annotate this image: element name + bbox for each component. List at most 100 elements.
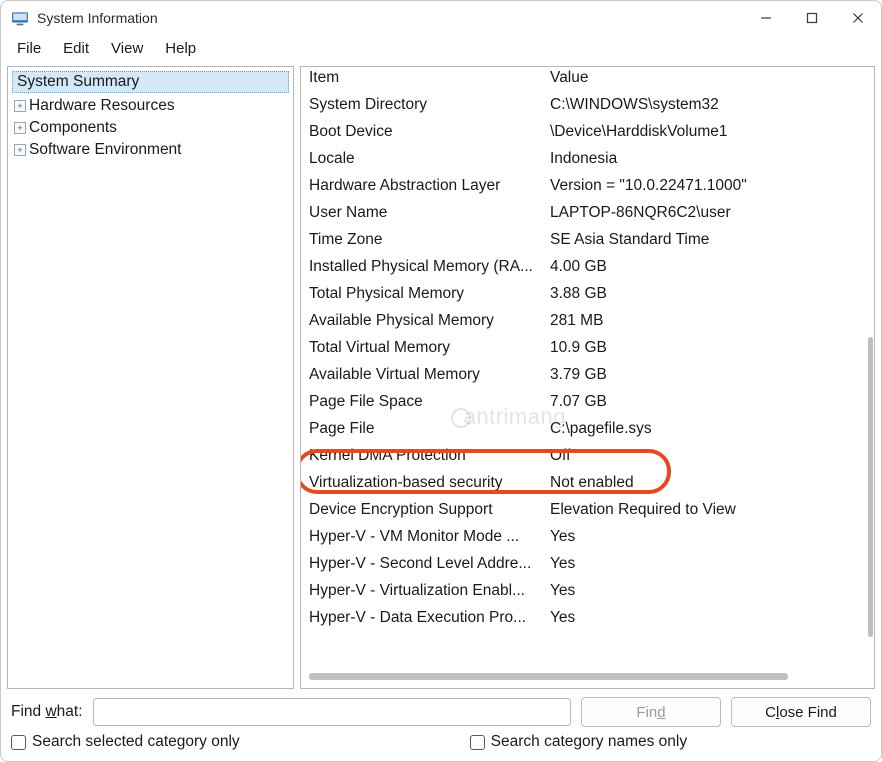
tree-node-label: Hardware Resources: [29, 97, 175, 115]
vertical-scrollbar[interactable]: [868, 337, 873, 637]
cell-item: Hyper-V - Second Level Addre...: [301, 550, 546, 577]
expand-icon[interactable]: +: [14, 100, 26, 112]
cell-item: Total Virtual Memory: [301, 334, 546, 361]
column-value[interactable]: Value: [546, 69, 874, 87]
cell-item: User Name: [301, 199, 546, 226]
cell-value: Version = "10.0.22471.1000": [546, 172, 874, 199]
title-bar: System Information: [1, 1, 881, 35]
table-row[interactable]: Page File Space7.07 GB: [301, 388, 874, 415]
cell-value: Yes: [546, 577, 874, 604]
checkbox-icon: [470, 735, 485, 750]
cell-value: 3.79 GB: [546, 361, 874, 388]
menu-bar: File Edit View Help: [1, 35, 881, 66]
table-row[interactable]: Installed Physical Memory (RA...4.00 GB: [301, 253, 874, 280]
find-options: Search selected category only Search cat…: [1, 731, 881, 761]
checkbox-icon: [11, 735, 26, 750]
minimize-button[interactable]: [743, 1, 789, 35]
table-row[interactable]: System DirectoryC:\WINDOWS\system32: [301, 91, 874, 118]
cell-value: Off: [546, 442, 874, 469]
table-row[interactable]: Boot Device\Device\HarddiskVolume1: [301, 118, 874, 145]
tree-node[interactable]: +Software Environment: [12, 139, 291, 161]
cell-item: Locale: [301, 145, 546, 172]
cell-item: Page File Space: [301, 388, 546, 415]
expand-icon[interactable]: +: [14, 144, 26, 156]
table-row[interactable]: Device Encryption SupportElevation Requi…: [301, 496, 874, 523]
menu-help[interactable]: Help: [155, 37, 206, 60]
list: Item Value System DirectoryC:\WINDOWS\sy…: [301, 67, 874, 668]
find-input[interactable]: [93, 698, 571, 726]
cell-item: Installed Physical Memory (RA...: [301, 253, 546, 280]
tree-node-label: Components: [29, 119, 117, 137]
cell-value: Yes: [546, 604, 874, 631]
cell-value: Not enabled: [546, 469, 874, 496]
table-row[interactable]: Hyper-V - Second Level Addre...Yes: [301, 550, 874, 577]
search-category-names-checkbox[interactable]: Search category names only: [470, 733, 687, 751]
tree-root-label: System Summary: [17, 73, 139, 90]
table-row[interactable]: Page FileC:\pagefile.sys: [301, 415, 874, 442]
cell-item: Available Physical Memory: [301, 307, 546, 334]
cell-value: C:\WINDOWS\system32: [546, 91, 874, 118]
close-find-button[interactable]: Close Find: [731, 697, 871, 727]
menu-file[interactable]: File: [7, 37, 51, 60]
cell-value: 281 MB: [546, 307, 874, 334]
cell-value: \Device\HarddiskVolume1: [546, 118, 874, 145]
expand-icon[interactable]: +: [14, 122, 26, 134]
cell-item: Page File: [301, 415, 546, 442]
cell-item: Boot Device: [301, 118, 546, 145]
cell-item: Hyper-V - VM Monitor Mode ...: [301, 523, 546, 550]
rows-container: System DirectoryC:\WINDOWS\system32Boot …: [301, 91, 874, 631]
table-row[interactable]: Total Virtual Memory10.9 GB: [301, 334, 874, 361]
cell-value: 3.88 GB: [546, 280, 874, 307]
work-area: System Summary +Hardware Resources+Compo…: [1, 66, 881, 689]
table-row[interactable]: Hyper-V - Data Execution Pro...Yes: [301, 604, 874, 631]
cell-value: SE Asia Standard Time: [546, 226, 874, 253]
cell-item: Hyper-V - Data Execution Pro...: [301, 604, 546, 631]
table-row[interactable]: LocaleIndonesia: [301, 145, 874, 172]
column-headers: Item Value: [301, 67, 874, 91]
cell-value: 10.9 GB: [546, 334, 874, 361]
column-item[interactable]: Item: [301, 69, 546, 87]
cell-value: 7.07 GB: [546, 388, 874, 415]
cell-value: Yes: [546, 523, 874, 550]
close-button[interactable]: [835, 1, 881, 35]
tree-root[interactable]: System Summary: [12, 71, 289, 93]
window-title: System Information: [37, 10, 158, 26]
find-button[interactable]: Find: [581, 697, 721, 727]
table-row[interactable]: Hardware Abstraction LayerVersion = "10.…: [301, 172, 874, 199]
table-row[interactable]: Kernel DMA ProtectionOff: [301, 442, 874, 469]
table-row[interactable]: Virtualization-based securityNot enabled: [301, 469, 874, 496]
cell-value: Elevation Required to View: [546, 496, 874, 523]
cell-value: C:\pagefile.sys: [546, 415, 874, 442]
cell-value: 4.00 GB: [546, 253, 874, 280]
table-row[interactable]: Hyper-V - VM Monitor Mode ...Yes: [301, 523, 874, 550]
table-row[interactable]: User NameLAPTOP-86NQR6C2\user: [301, 199, 874, 226]
cell-item: Device Encryption Support: [301, 496, 546, 523]
table-row[interactable]: Available Virtual Memory3.79 GB: [301, 361, 874, 388]
tree-node-label: Software Environment: [29, 141, 182, 159]
table-row[interactable]: Time ZoneSE Asia Standard Time: [301, 226, 874, 253]
cell-item: Hyper-V - Virtualization Enabl...: [301, 577, 546, 604]
cell-value: Indonesia: [546, 145, 874, 172]
horizontal-scrollbar-track[interactable]: [301, 668, 874, 688]
cell-item: Kernel DMA Protection: [301, 442, 546, 469]
cell-value: LAPTOP-86NQR6C2\user: [546, 199, 874, 226]
cell-item: Time Zone: [301, 226, 546, 253]
maximize-button[interactable]: [789, 1, 835, 35]
tree-node[interactable]: +Components: [12, 117, 291, 139]
search-selected-category-checkbox[interactable]: Search selected category only: [11, 733, 240, 751]
tree: System Summary +Hardware Resources+Compo…: [8, 67, 293, 165]
cell-item: Virtualization-based security: [301, 469, 546, 496]
menu-view[interactable]: View: [101, 37, 153, 60]
tree-panel: System Summary +Hardware Resources+Compo…: [7, 66, 294, 689]
table-row[interactable]: Available Physical Memory281 MB: [301, 307, 874, 334]
cell-value: Yes: [546, 550, 874, 577]
find-bar: Find what: Find Close Find: [1, 689, 881, 731]
table-row[interactable]: Total Physical Memory3.88 GB: [301, 280, 874, 307]
table-row[interactable]: Hyper-V - Virtualization Enabl...Yes: [301, 577, 874, 604]
horizontal-scrollbar-thumb[interactable]: [309, 673, 788, 680]
cell-item: Hardware Abstraction Layer: [301, 172, 546, 199]
app-icon: [11, 9, 29, 27]
find-label: Find what:: [11, 703, 83, 721]
menu-edit[interactable]: Edit: [53, 37, 99, 60]
tree-node[interactable]: +Hardware Resources: [12, 95, 291, 117]
